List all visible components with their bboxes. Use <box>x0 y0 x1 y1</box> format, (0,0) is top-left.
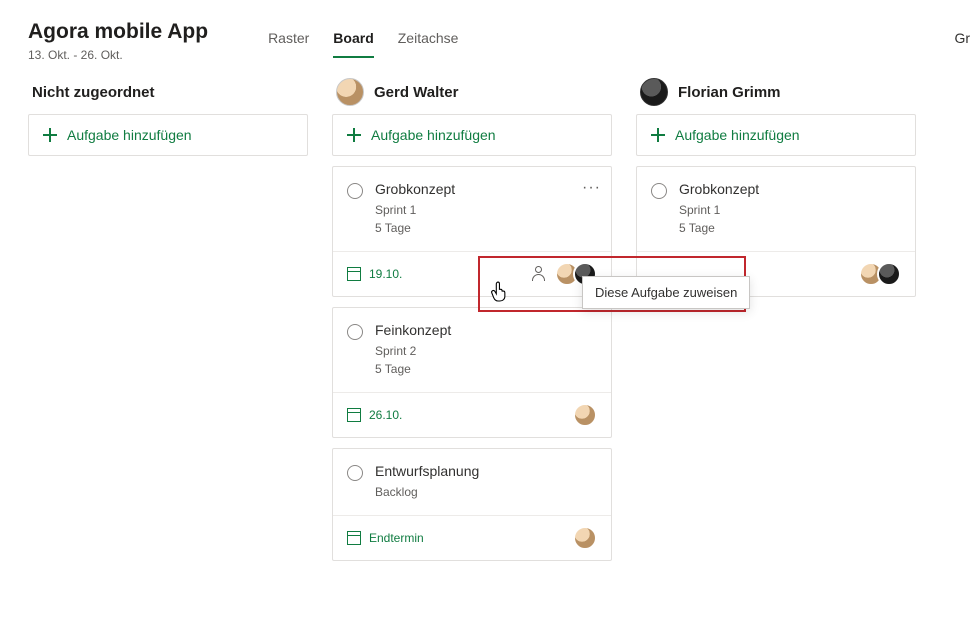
column-header: Gerd Walter <box>332 78 612 114</box>
calendar-icon <box>347 531 361 545</box>
column-title: Gerd Walter <box>374 84 458 101</box>
column-florian-grimm: Florian Grimm Aufgabe hinzufügen Grobkon… <box>636 78 916 571</box>
task-duration: 5 Tage <box>375 221 597 235</box>
calendar-icon <box>347 408 361 422</box>
column-title: Nicht zugeordnet <box>32 84 155 101</box>
task-date[interactable]: 26.10. <box>347 408 402 422</box>
assign-task-tooltip: Diese Aufgabe zuweisen <box>582 276 750 309</box>
add-task-label: Aufgabe hinzufügen <box>371 127 496 143</box>
task-title: Feinkonzept <box>375 322 597 338</box>
avatar-gerd-walter <box>573 403 597 427</box>
complete-toggle[interactable] <box>347 183 363 199</box>
plus-icon <box>651 128 665 142</box>
assignee-avatars[interactable] <box>573 526 597 550</box>
task-date[interactable]: Endtermin <box>347 531 424 545</box>
avatar-gerd-walter <box>336 78 364 106</box>
add-task-button[interactable]: Aufgabe hinzufügen <box>332 114 612 156</box>
task-date-text: Endtermin <box>369 531 424 545</box>
avatar-florian-grimm <box>877 262 901 286</box>
add-task-label: Aufgabe hinzufügen <box>675 127 800 143</box>
task-menu-icon[interactable]: ··· <box>582 179 601 197</box>
tab-board[interactable]: Board <box>333 30 373 58</box>
task-date-text: 26.10. <box>369 408 402 422</box>
column-unassigned: Nicht zugeordnet Aufgabe hinzufügen <box>28 78 308 571</box>
assign-person-icon[interactable] <box>531 266 547 282</box>
task-sprint: Backlog <box>375 485 597 499</box>
task-title: Entwurfsplanung <box>375 463 597 479</box>
task-title: Grobkonzept <box>375 181 597 197</box>
task-duration: 5 Tage <box>375 362 597 376</box>
complete-toggle[interactable] <box>347 465 363 481</box>
task-card[interactable]: Feinkonzept Sprint 2 5 Tage 26.10. <box>332 307 612 438</box>
avatar-gerd-walter <box>573 526 597 550</box>
plus-icon <box>347 128 361 142</box>
header: Agora mobile App 13. Okt. - 26. Okt. Ras… <box>0 0 970 62</box>
view-tabs: Raster Board Zeitachse <box>268 20 458 58</box>
plus-icon <box>43 128 57 142</box>
task-card[interactable]: ··· Grobkonzept Sprint 1 5 Tage 19.10. <box>332 166 612 297</box>
task-sprint: Sprint 1 <box>375 203 597 217</box>
task-duration: 5 Tage <box>679 221 901 235</box>
tab-raster[interactable]: Raster <box>268 30 309 58</box>
task-date[interactable]: 19.10. <box>347 267 402 281</box>
avatar-florian-grimm <box>640 78 668 106</box>
task-sprint: Sprint 1 <box>679 203 901 217</box>
task-title: Grobkonzept <box>679 181 901 197</box>
add-task-button[interactable]: Aufgabe hinzufügen <box>636 114 916 156</box>
complete-toggle[interactable] <box>651 183 667 199</box>
truncated-text: Gr <box>954 30 970 46</box>
board: Nicht zugeordnet Aufgabe hinzufügen Gerd… <box>0 62 970 587</box>
add-task-button[interactable]: Aufgabe hinzufügen <box>28 114 308 156</box>
project-title: Agora mobile App <box>28 20 208 44</box>
complete-toggle[interactable] <box>347 324 363 340</box>
tab-timeline[interactable]: Zeitachse <box>398 30 459 58</box>
column-header: Florian Grimm <box>636 78 916 114</box>
title-block: Agora mobile App 13. Okt. - 26. Okt. <box>28 20 208 62</box>
column-title: Florian Grimm <box>678 84 781 101</box>
task-card[interactable]: Entwurfsplanung Backlog Endtermin <box>332 448 612 561</box>
column-header: Nicht zugeordnet <box>28 78 308 114</box>
task-date-text: 19.10. <box>369 267 402 281</box>
add-task-label: Aufgabe hinzufügen <box>67 127 192 143</box>
assignee-avatars[interactable] <box>859 262 901 286</box>
column-gerd-walter: Gerd Walter Aufgabe hinzufügen ··· Grobk… <box>332 78 612 571</box>
task-sprint: Sprint 2 <box>375 344 597 358</box>
date-range: 13. Okt. - 26. Okt. <box>28 48 208 62</box>
assignee-avatars[interactable] <box>573 403 597 427</box>
calendar-icon <box>347 267 361 281</box>
